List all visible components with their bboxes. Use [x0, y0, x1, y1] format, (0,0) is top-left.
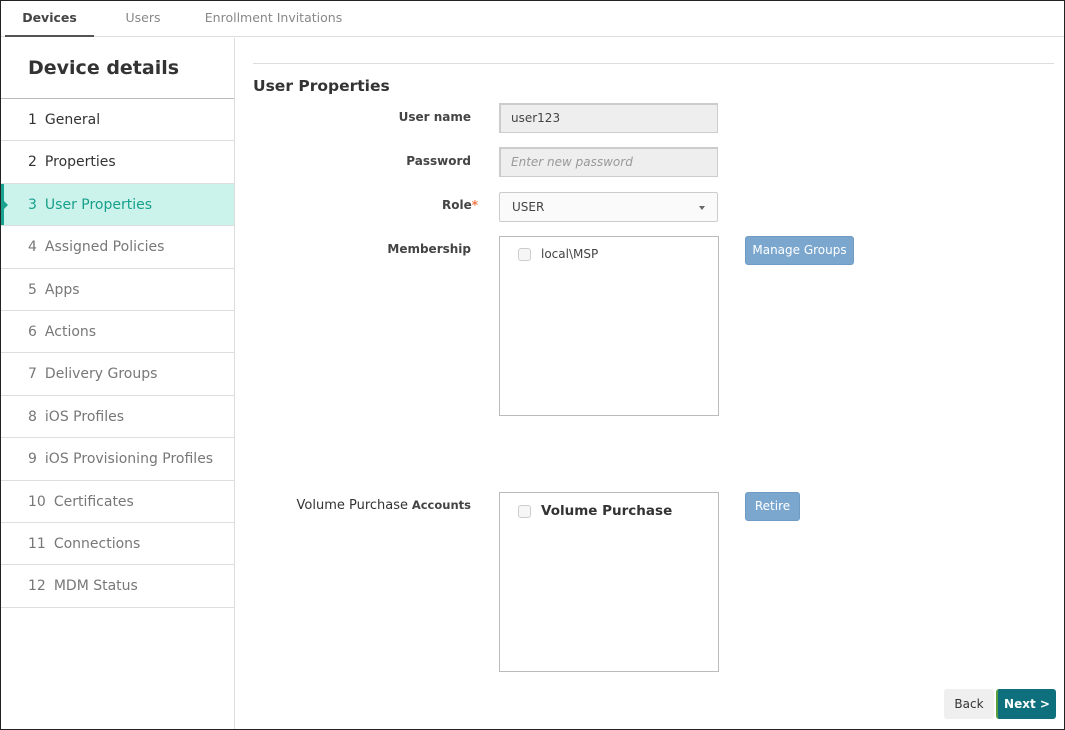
role-value: USER	[512, 200, 545, 214]
divider	[253, 63, 1054, 64]
vpp-label-main: Volume Purchase	[296, 498, 409, 513]
retire-button[interactable]: Retire	[745, 492, 800, 521]
vpp-label: Volume Purchase Accounts	[297, 498, 472, 513]
section-title: User Properties	[253, 77, 390, 95]
step-number: 10	[28, 493, 46, 510]
step-number: 2	[28, 154, 37, 171]
step-label: Actions	[44, 323, 97, 340]
step-assigned-policies[interactable]: 4 Assigned Policies	[1, 226, 234, 269]
step-label: Delivery Groups	[44, 366, 158, 383]
step-number: 9	[28, 451, 37, 468]
vpp-label-suffix: Accounts	[411, 498, 471, 512]
step-label: Apps	[44, 281, 80, 298]
password-label: Password	[406, 154, 471, 168]
vpp-item[interactable]: Volume Purchase	[518, 503, 672, 519]
vpp-item-label: Volume Purchase	[541, 503, 673, 519]
back-button[interactable]: Back	[944, 689, 994, 719]
step-label: iOS Profiles	[44, 408, 124, 425]
tab-enrollment-invitations[interactable]: Enrollment Invitations	[201, 1, 346, 37]
username-field[interactable]: user123	[499, 103, 718, 133]
vpp-list[interactable]: Volume Purchase	[499, 492, 719, 672]
step-number: 1	[28, 112, 37, 128]
wizard-sidebar: Device details 1 General 2 Properties 3 Use…	[1, 38, 235, 729]
step-apps[interactable]: 5 Apps	[1, 269, 234, 311]
step-user-properties[interactable]: 3 User Properties	[1, 183, 234, 227]
step-certificates[interactable]: 10 Certificates	[1, 481, 234, 523]
step-label: Assigned Policies	[44, 239, 165, 256]
step-general[interactable]: 1 General	[1, 99, 234, 142]
top-tabs: Devices Users Enrollment Invitations	[1, 1, 1064, 37]
step-number: 8	[28, 408, 37, 425]
tab-devices[interactable]: Devices	[5, 1, 94, 37]
tab-users[interactable]: Users	[111, 1, 175, 37]
step-number: 7	[28, 366, 37, 383]
role-label-text: Role	[441, 198, 472, 212]
chevron-down-icon	[699, 206, 705, 210]
step-actions[interactable]: 6 Actions	[1, 311, 234, 354]
step-label: iOS Provisioning Profiles	[44, 451, 214, 468]
checkbox[interactable]	[518, 504, 531, 518]
step-number: 11	[28, 535, 46, 552]
next-button[interactable]: Next >	[996, 689, 1056, 719]
step-label: General	[44, 112, 101, 128]
membership-item-label: local\MSP	[541, 247, 599, 261]
step-number: 5	[28, 281, 37, 298]
main-content: User Properties User name user123 Passwo…	[236, 38, 1064, 729]
step-label: Properties	[44, 154, 116, 171]
checkbox[interactable]	[518, 247, 531, 261]
username-label: User name	[398, 110, 471, 124]
step-number: 3	[28, 196, 37, 213]
sidebar-title: Device details	[1, 38, 234, 99]
step-properties[interactable]: 2 Properties	[1, 141, 234, 184]
step-number: 6	[28, 323, 37, 340]
step-connections[interactable]: 11 Connections	[1, 523, 234, 566]
step-label: MDM Status	[53, 578, 138, 595]
membership-label: Membership	[387, 242, 471, 256]
step-ios-provisioning-profiles[interactable]: 9 iOS Provisioning Profiles	[1, 438, 234, 481]
required-asterisk: *	[471, 198, 478, 212]
role-label: Role*	[442, 198, 478, 212]
step-mdm-status[interactable]: 12 MDM Status	[1, 565, 234, 608]
membership-item[interactable]: local\MSP	[518, 247, 598, 261]
step-label: User Properties	[44, 196, 153, 213]
step-number: 12	[28, 578, 46, 595]
role-select[interactable]: USER	[499, 192, 718, 222]
step-delivery-groups[interactable]: 7 Delivery Groups	[1, 353, 234, 396]
step-label: Connections	[53, 535, 141, 552]
membership-list[interactable]: local\MSP	[499, 236, 719, 416]
step-number: 4	[28, 239, 37, 256]
step-label: Certificates	[53, 493, 134, 510]
manage-groups-button[interactable]: Manage Groups	[745, 236, 854, 265]
step-ios-profiles[interactable]: 8 iOS Profiles	[1, 396, 234, 439]
password-field[interactable]: Enter new password	[499, 147, 718, 177]
